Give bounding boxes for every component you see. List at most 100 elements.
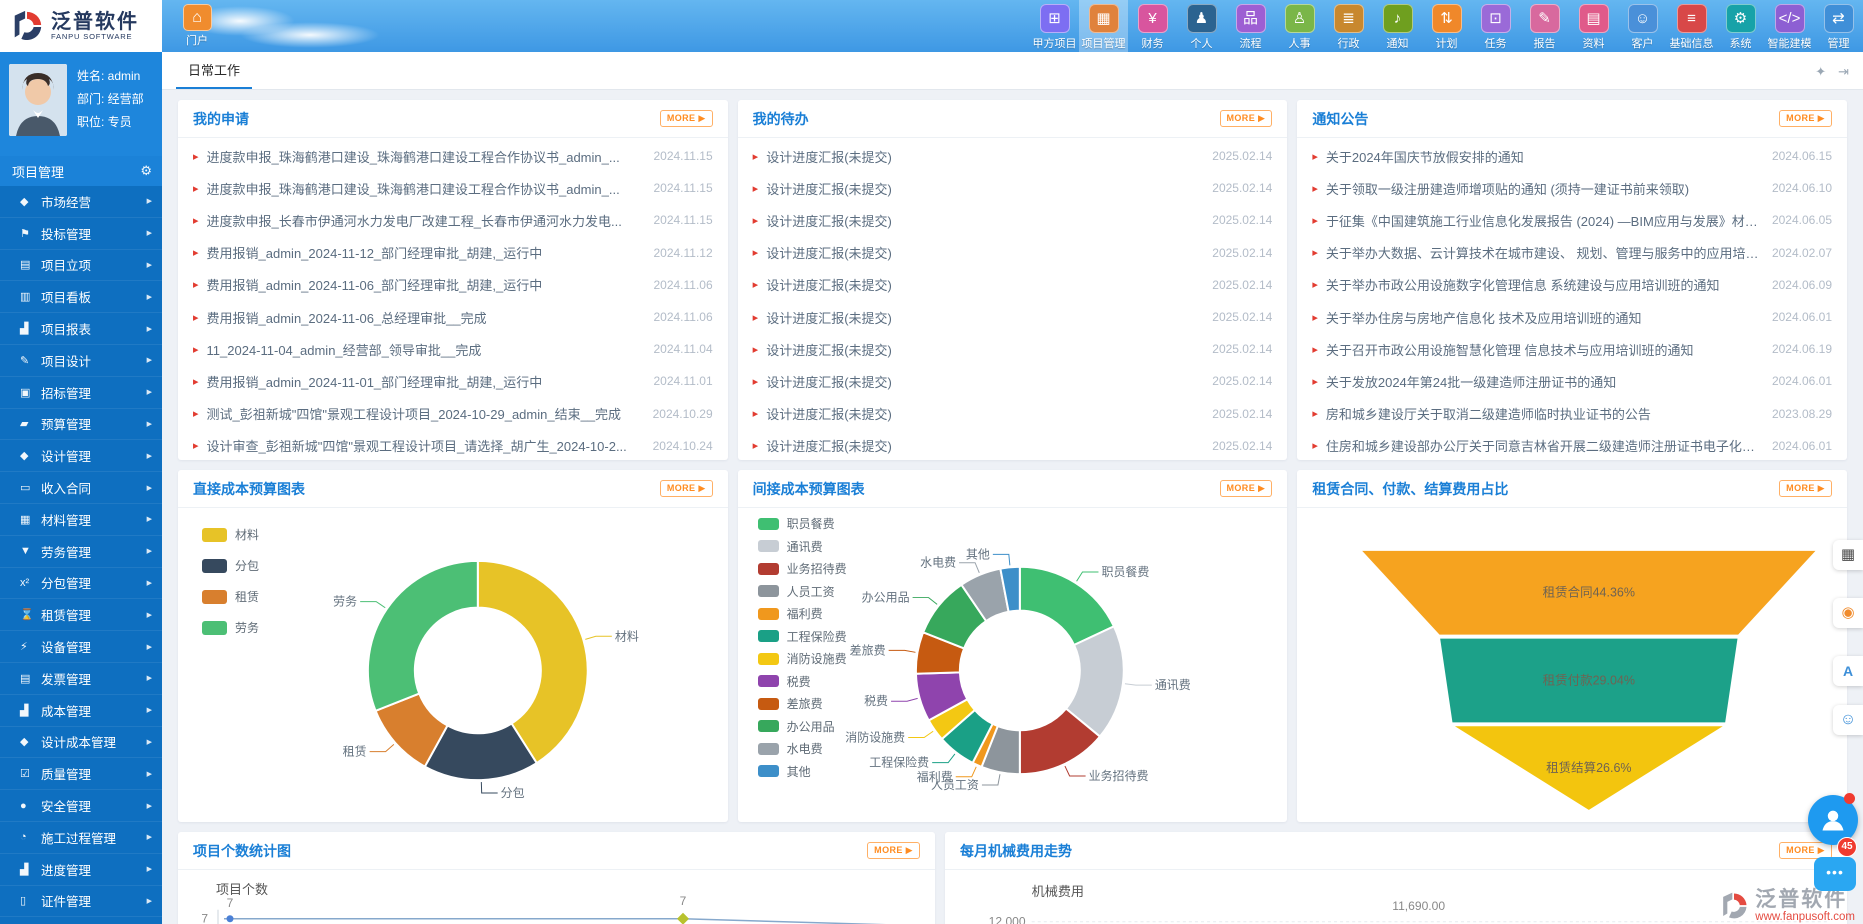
- list-item[interactable]: ▸费用报销_admin_2024-11-06_部门经理审批_胡建,_运行中202…: [193, 269, 713, 301]
- sidebar-item-分包管理[interactable]: x²分包管理▶: [0, 568, 162, 600]
- sidebar-item-市场经营[interactable]: ◆市场经营▶: [0, 186, 162, 218]
- legend-item[interactable]: 工程保险费: [758, 628, 847, 645]
- list-item[interactable]: ▸关于2024年国庆节放假安排的通知2024.06.15: [1312, 140, 1832, 172]
- sidebar-item-质量管理[interactable]: ☑质量管理▶: [0, 758, 162, 790]
- list-item[interactable]: ▸设计进度汇报(未提交)2025.02.14: [753, 140, 1273, 172]
- nav-item-基础信息[interactable]: ≡基础信息: [1667, 0, 1716, 52]
- list-item[interactable]: ▸11_2024-11-04_admin_经营部_领导审批__完成2024.11…: [193, 333, 713, 365]
- list-item[interactable]: ▸设计进度汇报(未提交)2025.02.14: [753, 365, 1273, 397]
- list-item[interactable]: ▸住房和城乡建设部办公厅关于同意吉林省开展二级建造师注册证书电子化试点...20…: [1312, 430, 1832, 460]
- list-item[interactable]: ▸设计审查_彭祖新城"四馆"景观工程设计项目_请选择_胡广生_2024-10-2…: [193, 430, 713, 460]
- list-item[interactable]: ▸测试_彭祖新城"四馆"景观工程设计项目_2024-10-29_admin_结束…: [193, 398, 713, 430]
- portal-button[interactable]: ⌂ 门户: [174, 4, 220, 52]
- nav-item-甲方项目[interactable]: ⊞甲方项目: [1030, 0, 1079, 52]
- legend-item[interactable]: 税费: [758, 673, 847, 690]
- sidebar-item-收入合同[interactable]: ▭收入合同▶: [0, 472, 162, 504]
- sidebar-item-招标管理[interactable]: ▣招标管理▶: [0, 377, 162, 409]
- nav-item-任务[interactable]: ⊡任务: [1471, 0, 1520, 52]
- list-item[interactable]: ▸设计进度汇报(未提交)2025.02.14: [753, 269, 1273, 301]
- legend-item[interactable]: 水电费: [758, 740, 847, 757]
- list-item[interactable]: ▸关于举办大数据、云计算技术在城市建设、 规划、管理与服务中的应用培训班...2…: [1312, 237, 1832, 269]
- qr-code-icon[interactable]: ▦: [1833, 540, 1863, 570]
- list-item[interactable]: ▸于征集《中国建筑施工行业信息化发展报告 (2024) —BIM应用与发展》材料…: [1312, 204, 1832, 236]
- legend-item[interactable]: 办公用品: [758, 718, 847, 735]
- sidebar-item-项目设计[interactable]: ✎项目设计▶: [0, 345, 162, 377]
- legend-item[interactable]: 其他: [758, 763, 847, 780]
- nav-item-人事[interactable]: ♙人事: [1275, 0, 1324, 52]
- nav-item-通知[interactable]: ♪通知: [1373, 0, 1422, 52]
- list-item[interactable]: ▸费用报销_admin_2024-11-12_部门经理审批_胡建,_运行中202…: [193, 237, 713, 269]
- list-item[interactable]: ▸设计进度汇报(未提交)2025.02.14: [753, 398, 1273, 430]
- nav-item-资料[interactable]: ▤资料: [1569, 0, 1618, 52]
- more-button[interactable]: MORE ▶: [1779, 480, 1832, 497]
- legend-item[interactable]: 业务招待费: [758, 560, 847, 577]
- sidebar-item-设计成本管理[interactable]: ◆设计成本管理▶: [0, 727, 162, 759]
- sidebar-item-设备管理[interactable]: ⚡设备管理▶: [0, 631, 162, 663]
- sidebar-item-租赁管理[interactable]: ⌛租赁管理▶: [0, 599, 162, 631]
- legend-item[interactable]: 分包: [202, 557, 259, 574]
- more-button[interactable]: MORE ▶: [1779, 110, 1832, 127]
- legend-item[interactable]: 职员餐费: [758, 515, 847, 532]
- sidebar-item-证件管理[interactable]: ▯证件管理▶: [0, 886, 162, 918]
- more-button[interactable]: MORE ▶: [660, 480, 713, 497]
- list-item[interactable]: ▸设计进度汇报(未提交)2025.02.14: [753, 333, 1273, 365]
- more-button[interactable]: MORE ▶: [660, 110, 713, 127]
- nav-item-计划[interactable]: ⇅计划: [1422, 0, 1471, 52]
- sidebar-item-项目看板[interactable]: ▥项目看板▶: [0, 281, 162, 313]
- legend-item[interactable]: 材料: [202, 526, 259, 543]
- nav-item-系统[interactable]: ⚙系统: [1716, 0, 1765, 52]
- list-item[interactable]: ▸进度款申报_长春市伊通河水力发电厂改建工程_长春市伊通河水力发电...2024…: [193, 204, 713, 236]
- legend-item[interactable]: 差旅费: [758, 695, 847, 712]
- sidebar-item-安全管理[interactable]: ●安全管理▶: [0, 790, 162, 822]
- sidebar-item-劳务管理[interactable]: ▼劳务管理▶: [0, 536, 162, 568]
- sidebar-item-进度管理[interactable]: ▟进度管理▶: [0, 854, 162, 886]
- nav-item-报告[interactable]: ✎报告: [1520, 0, 1569, 52]
- sidebar-item-发票管理[interactable]: ▤发票管理▶: [0, 663, 162, 695]
- sidebar-item-项目立项[interactable]: ▤项目立项▶: [0, 250, 162, 282]
- legend-item[interactable]: 劳务: [202, 619, 259, 636]
- sidebar-item-设计管理[interactable]: ◆设计管理▶: [0, 440, 162, 472]
- key-icon[interactable]: ✦: [1815, 64, 1826, 80]
- list-item[interactable]: ▸设计进度汇报(未提交)2025.02.14: [753, 430, 1273, 460]
- list-item[interactable]: ▸关于举办住房与房地产信息化 技术及应用培训班的通知2024.06.01: [1312, 301, 1832, 333]
- list-item[interactable]: ▸关于召开市政公用设施智慧化管理 信息技术与应用培训班的通知2024.06.19: [1312, 333, 1832, 365]
- collapse-icon[interactable]: ⇥: [1838, 64, 1849, 80]
- sidebar-item-成本管理[interactable]: ▟成本管理▶: [0, 695, 162, 727]
- nav-item-客户[interactable]: ☺客户: [1618, 0, 1667, 52]
- list-item[interactable]: ▸设计进度汇报(未提交)2025.02.14: [753, 237, 1273, 269]
- sidebar-item-项目报表[interactable]: ▟项目报表▶: [0, 313, 162, 345]
- nav-item-流程[interactable]: 品流程: [1226, 0, 1275, 52]
- list-item[interactable]: ▸设计进度汇报(未提交)2025.02.14: [753, 172, 1273, 204]
- more-button[interactable]: MORE ▶: [867, 842, 920, 859]
- sidebar-item-施工过程管理[interactable]: ◔施工过程管理▶: [0, 822, 162, 854]
- list-item[interactable]: ▸关于举办市政公用设施数字化管理信息 系统建设与应用培训班的通知2024.06.…: [1312, 269, 1832, 301]
- list-item[interactable]: ▸进度款申报_珠海鹤港口建设_珠海鹤港口建设工程合作协议书_admin_...2…: [193, 172, 713, 204]
- list-item[interactable]: ▸房和城乡建设厅关于取消二级建造师临时执业证书的公告2023.08.29: [1312, 398, 1832, 430]
- list-item[interactable]: ▸设计进度汇报(未提交)2025.02.14: [753, 301, 1273, 333]
- translate-icon[interactable]: A: [1833, 656, 1863, 686]
- nav-item-管理[interactable]: ⇄管理: [1814, 0, 1863, 52]
- emoji-icon[interactable]: ☺: [1833, 705, 1863, 735]
- sidebar-item-材料管理[interactable]: ▦材料管理▶: [0, 504, 162, 536]
- nav-item-智能建模[interactable]: </>智能建模: [1765, 0, 1814, 52]
- legend-item[interactable]: 通讯费: [758, 538, 847, 555]
- list-item[interactable]: ▸关于领取一级注册建造师增项贴的通知 (须持一建证书前来领取)2024.06.1…: [1312, 172, 1832, 204]
- nav-item-个人[interactable]: ♟个人: [1177, 0, 1226, 52]
- more-button[interactable]: MORE ▶: [1220, 110, 1273, 127]
- legend-item[interactable]: 租赁: [202, 588, 259, 605]
- list-item[interactable]: ▸关于发放2024年第24批一级建造师注册证书的通知2024.06.01: [1312, 365, 1832, 397]
- gear-icon[interactable]: ⚙: [140, 163, 152, 179]
- sidebar-section-header[interactable]: 项目管理 ⚙: [0, 156, 162, 186]
- more-button[interactable]: MORE ▶: [1220, 480, 1273, 497]
- chat-bubble-button[interactable]: •••: [1814, 857, 1856, 891]
- sidebar-item-投标管理[interactable]: ⚑投标管理▶: [0, 218, 162, 250]
- nav-item-项目管理[interactable]: ▦项目管理: [1079, 0, 1128, 52]
- legend-item[interactable]: 人员工资: [758, 583, 847, 600]
- sidebar-item-预算管理[interactable]: ▰预算管理▶: [0, 409, 162, 441]
- nav-item-行政[interactable]: ≣行政: [1324, 0, 1373, 52]
- legend-item[interactable]: 消防设施费: [758, 650, 847, 667]
- contact-icon[interactable]: ◉: [1833, 598, 1863, 628]
- list-item[interactable]: ▸费用报销_admin_2024-11-06_总经理审批__完成2024.11.…: [193, 301, 713, 333]
- list-item[interactable]: ▸进度款申报_珠海鹤港口建设_珠海鹤港口建设工程合作协议书_admin_...2…: [193, 140, 713, 172]
- legend-item[interactable]: 福利费: [758, 605, 847, 622]
